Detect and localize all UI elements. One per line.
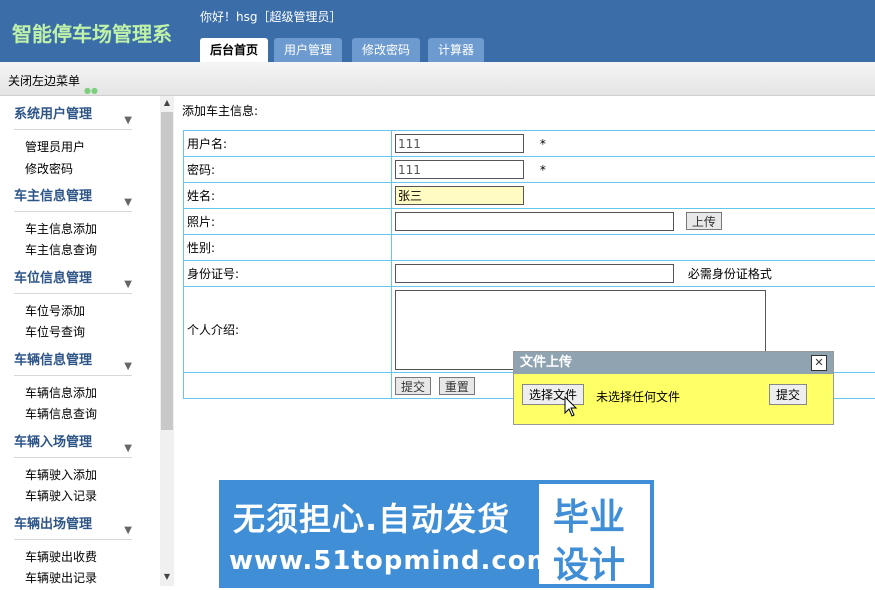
close-left-menu-link[interactable]: 关闭左边菜单 <box>8 72 80 89</box>
sidebar-group-system-users[interactable]: 系统用户管理 ▼ <box>14 104 132 130</box>
close-icon[interactable]: ✕ <box>811 355 827 371</box>
intro-label: 个人介绍: <box>183 286 392 373</box>
photo-label: 照片: <box>183 208 392 235</box>
idcard-label: 身份证号: <box>183 260 392 287</box>
sidebar-item-change-password[interactable]: 修改密码 <box>25 160 73 177</box>
required-mark: * <box>539 162 546 177</box>
scroll-up-icon[interactable]: ▲ <box>160 98 174 107</box>
sidebar-group-space-info[interactable]: 车位信息管理 ▼ <box>14 268 132 294</box>
sidebar-group-entry[interactable]: 车辆入场管理 ▼ <box>14 432 132 458</box>
gender-label: 性别: <box>183 234 392 261</box>
sidebar-item-admin-users[interactable]: 管理员用户 <box>25 138 85 155</box>
sidebar-item-space-query[interactable]: 车位号查询 <box>25 323 85 340</box>
watermark-slogan: 无须担心.自动发货 <box>233 500 511 538</box>
sidebar-group-exit[interactable]: 车辆出场管理 ▼ <box>14 514 132 540</box>
chevron-down-icon: ▼ <box>124 361 132 372</box>
reset-button[interactable]: 重置 <box>438 376 475 395</box>
submit-button[interactable]: 提交 <box>395 376 432 395</box>
watermark-text-bottom: 设计 <box>553 545 626 586</box>
idcard-input[interactable] <box>395 264 674 283</box>
watermark-text-top: 毕业 <box>553 497 626 538</box>
mouse-pointer-icon <box>564 396 578 417</box>
sidebar-item-entry-records[interactable]: 车辆驶入记录 <box>25 487 97 504</box>
scroll-down-icon[interactable]: ▼ <box>160 572 174 581</box>
photo-path-input[interactable] <box>395 212 674 232</box>
watermark-banner: 无须担心.自动发货 www.51topmind.com 毕业 设计 <box>219 480 654 588</box>
scroll-thumb[interactable] <box>161 112 173 430</box>
tab-calculator[interactable]: 计算器 <box>428 38 485 62</box>
no-file-selected-text: 未选择任何文件 <box>596 390 681 404</box>
sidebar-group-label: 系统用户管理 <box>14 107 93 122</box>
tab-home[interactable]: 后台首页 <box>200 38 269 62</box>
form-caption: 添加车主信息: <box>182 104 259 118</box>
required-mark: * <box>539 136 546 151</box>
toolbar: 关闭左边菜单 ●● <box>0 62 875 96</box>
sidebar-group-label: 车主信息管理 <box>14 189 93 204</box>
sidebar-group-label: 车辆信息管理 <box>14 353 93 368</box>
sidebar-item-owner-query[interactable]: 车主信息查询 <box>25 241 97 258</box>
tab-user-management[interactable]: 用户管理 <box>274 38 343 62</box>
sidebar-group-label: 车位信息管理 <box>14 271 93 286</box>
menu-toggle-icon[interactable]: ●● <box>84 86 98 95</box>
password-input[interactable] <box>395 160 524 179</box>
tab-change-password[interactable]: 修改密码 <box>352 38 421 62</box>
sidebar: 系统用户管理 ▼ 管理员用户 修改密码 车主信息管理 ▼ 车主信息添加 车主信息… <box>0 96 160 590</box>
sidebar-item-vehicle-add[interactable]: 车辆信息添加 <box>25 384 97 401</box>
top-header: 智能停车场管理系 你好！hsg［超级管理员］ 后台首页 用户管理 修改密码 计算… <box>0 0 875 62</box>
form-row-idcard: 身份证号: 必需身份证格式 <box>183 260 875 287</box>
watermark-left: 无须担心.自动发货 www.51topmind.com <box>219 480 554 588</box>
form-row-password: 密码: * <box>183 156 875 183</box>
sidebar-group-label: 车辆入场管理 <box>14 435 93 450</box>
form-row-photo: 照片: 上传 <box>183 208 875 235</box>
sidebar-item-space-add[interactable]: 车位号添加 <box>25 302 85 319</box>
sidebar-group-label: 车辆出场管理 <box>14 517 93 532</box>
name-input[interactable] <box>395 186 524 205</box>
file-upload-dialog: 文件上传 ✕ 选择文件 未选择任何文件 提交 <box>513 351 834 425</box>
password-label: 密码: <box>183 156 392 183</box>
chevron-down-icon: ▼ <box>124 197 132 208</box>
sidebar-group-vehicle-info[interactable]: 车辆信息管理 ▼ <box>14 350 132 376</box>
chevron-down-icon: ▼ <box>124 279 132 290</box>
app-title: 智能停车场管理系 <box>12 22 172 46</box>
form-row-username: 用户名: * <box>183 130 875 157</box>
chevron-down-icon: ▼ <box>124 115 132 126</box>
username-input[interactable] <box>395 134 524 153</box>
user-greeting: 你好！hsg［超级管理员］ <box>200 10 342 24</box>
chevron-down-icon: ▼ <box>124 443 132 454</box>
sidebar-item-vehicle-query[interactable]: 车辆信息查询 <box>25 405 97 422</box>
sidebar-item-entry-add[interactable]: 车辆驶入添加 <box>25 466 97 483</box>
sidebar-item-exit-charge[interactable]: 车辆驶出收费 <box>25 548 97 565</box>
sidebar-scrollbar[interactable]: ▲ ▼ <box>160 96 174 586</box>
watermark-right: 毕业 设计 <box>539 484 650 586</box>
name-label: 姓名: <box>183 182 392 209</box>
form-row-gender: 性别: <box>183 234 875 261</box>
watermark-url: www.51topmind.com <box>229 546 555 576</box>
sidebar-group-owner-info[interactable]: 车主信息管理 ▼ <box>14 186 132 212</box>
dialog-title-text: 文件上传 <box>520 355 573 370</box>
chevron-down-icon: ▼ <box>124 525 132 536</box>
dialog-title: 文件上传 <box>514 352 833 374</box>
sidebar-item-owner-add[interactable]: 车主信息添加 <box>25 220 97 237</box>
sidebar-item-exit-records[interactable]: 车辆驶出记录 <box>25 569 97 586</box>
idcard-hint: 必需身份证格式 <box>687 266 772 281</box>
username-label: 用户名: <box>183 130 392 157</box>
upload-button[interactable]: 上传 <box>685 211 722 230</box>
dialog-submit-button[interactable]: 提交 <box>769 384 808 405</box>
form-row-name: 姓名: <box>183 182 875 209</box>
